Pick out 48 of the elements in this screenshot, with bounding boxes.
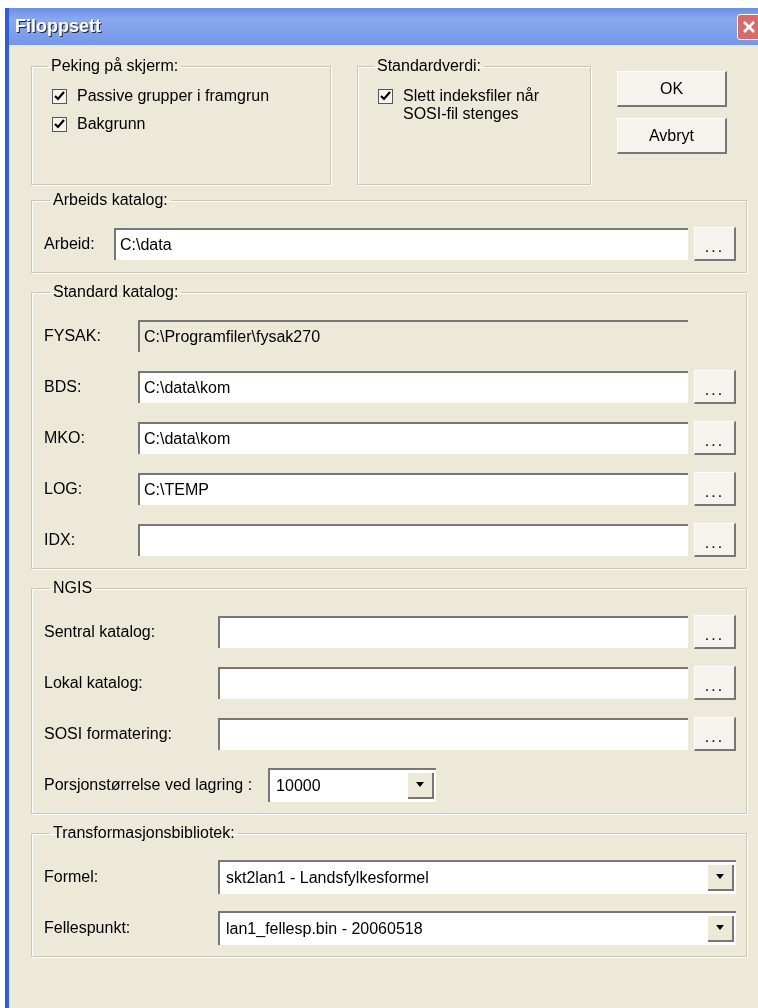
close-button[interactable] bbox=[737, 13, 758, 40]
field-label: LOG: bbox=[44, 479, 84, 498]
browse-button[interactable]: ... bbox=[694, 226, 736, 261]
path-field[interactable]: C:\TEMP bbox=[138, 472, 688, 505]
field-label: Lokal katalog: bbox=[44, 673, 144, 692]
checkbox[interactable] bbox=[378, 89, 393, 104]
checkbox-label: Passive grupper i framgrun bbox=[77, 87, 270, 105]
checkbox-label: Bakgrunn bbox=[77, 115, 146, 133]
checkbox[interactable] bbox=[52, 89, 67, 104]
window-title: Filoppsett bbox=[15, 16, 101, 37]
browse-button[interactable]: ... bbox=[694, 522, 736, 557]
field-label: Formel: bbox=[44, 867, 100, 886]
group-title: Standardverdi: bbox=[376, 57, 483, 75]
browse-button[interactable]: ... bbox=[694, 716, 736, 751]
field-label: MKO: bbox=[44, 428, 86, 447]
field-label: Fellespunkt: bbox=[44, 918, 132, 937]
group-title: Transformasjonsbibliotek: bbox=[52, 824, 236, 842]
field-label: FYSAK: bbox=[44, 326, 102, 345]
path-field[interactable] bbox=[218, 615, 688, 648]
field-label: Porsjonstørrelse ved lagring : bbox=[44, 775, 253, 794]
field-label: BDS: bbox=[44, 377, 83, 396]
dropdown[interactable]: 10000 bbox=[268, 767, 437, 802]
browse-button[interactable]: ... bbox=[694, 614, 736, 649]
checkbox[interactable] bbox=[52, 117, 67, 132]
group-title: Peking på skjerm: bbox=[50, 57, 180, 75]
group-title: NGIS bbox=[52, 579, 94, 597]
dropdown[interactable]: skt2lan1 - Landsfylkesformel bbox=[218, 859, 736, 894]
browse-button[interactable]: ... bbox=[694, 369, 736, 404]
browse-button[interactable]: ... bbox=[694, 420, 736, 455]
dropdown[interactable]: lan1_fellesp.bin - 20060518 bbox=[218, 910, 736, 945]
group-title: Arbeids katalog: bbox=[52, 191, 169, 209]
path-field[interactable]: C:\data bbox=[114, 227, 688, 260]
path-field[interactable] bbox=[218, 666, 688, 699]
field-label: Arbeid: bbox=[44, 234, 96, 253]
browse-button[interactable]: ... bbox=[694, 471, 736, 506]
path-field[interactable] bbox=[138, 523, 688, 556]
dialog-button[interactable]: OK bbox=[617, 71, 727, 107]
path-field[interactable]: C:\data\kom bbox=[138, 421, 688, 454]
browse-button[interactable]: ... bbox=[694, 665, 736, 700]
close-icon bbox=[741, 18, 757, 35]
field-label: IDX: bbox=[44, 530, 77, 549]
dialog-button[interactable]: Avbryt bbox=[617, 118, 727, 154]
field-label: Sentral katalog: bbox=[44, 622, 157, 641]
path-field[interactable] bbox=[218, 717, 688, 750]
group-title: Standard katalog: bbox=[52, 283, 180, 301]
field-label: SOSI formatering: bbox=[44, 724, 174, 743]
checkbox-label: Slett indeksfiler når SOSI-fil stenges bbox=[403, 87, 541, 123]
path-field[interactable]: C:\data\kom bbox=[138, 370, 688, 403]
